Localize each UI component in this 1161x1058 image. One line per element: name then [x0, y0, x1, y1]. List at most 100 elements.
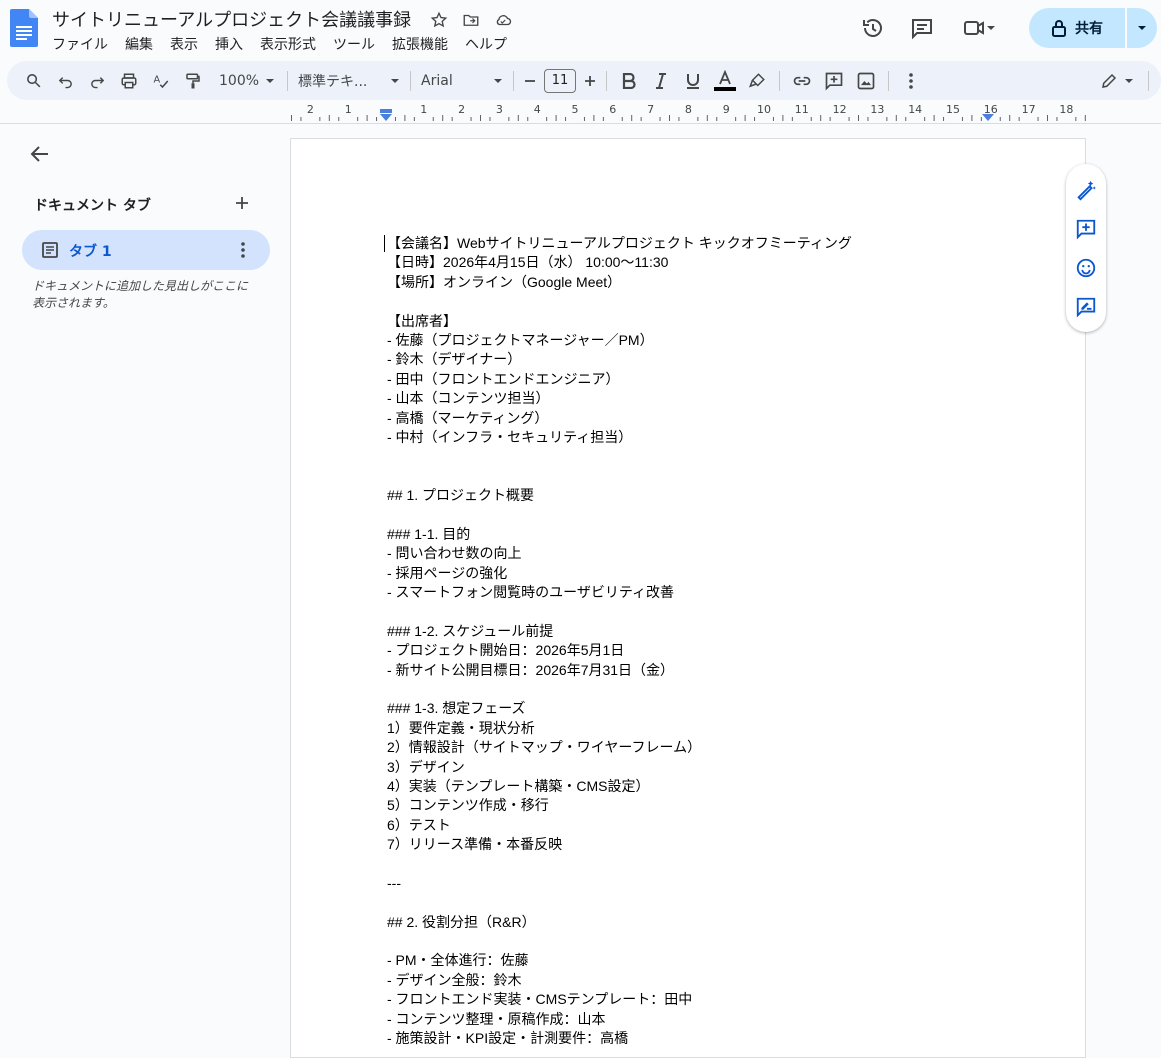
docs-logo-icon[interactable] [10, 9, 38, 47]
document-title[interactable]: サイトリニューアルプロジェクト会議議事録 [52, 6, 411, 32]
paragraph-style-dropdown[interactable]: 標準テキ... [294, 67, 404, 95]
comments-icon[interactable] [902, 8, 942, 48]
more-options-icon[interactable] [895, 67, 927, 95]
ai-writing-icon[interactable] [1074, 178, 1098, 202]
menu-tools[interactable]: ツール [333, 34, 384, 54]
right-indent-marker-icon[interactable] [981, 109, 995, 123]
version-history-icon[interactable] [853, 8, 893, 48]
document-text-line: - フロントエンド実装・CMSテンプレート：田中 [387, 991, 693, 1008]
redo-icon[interactable] [81, 67, 113, 95]
ruler-label: 8 [685, 103, 692, 116]
toolbar-divider [287, 70, 289, 91]
document-text-line: 【出席者】 [387, 312, 457, 329]
editing-mode-dropdown[interactable] [1100, 67, 1134, 95]
document-icon [41, 241, 59, 263]
headings-hint: ドキュメントに追加した見出しがここに表示されます。 [32, 279, 249, 310]
document-text-line [387, 505, 1007, 524]
ruler-label: 7 [647, 103, 654, 116]
ruler-label: 3 [496, 103, 503, 116]
ruler-label: 13 [870, 103, 884, 116]
title-bar: サイトリニューアルプロジェクト会議議事録 ファイル 編集 表示 挿入 表示形式 … [0, 0, 1161, 60]
spellcheck-icon[interactable]: A [145, 67, 177, 95]
paint-format-icon[interactable] [177, 67, 209, 95]
menu-extensions[interactable]: 拡張機能 [392, 34, 457, 54]
font-size-input[interactable]: 11 [544, 68, 577, 93]
document-text-line: - スマートフォン閲覧時のユーザビリティ改善 [387, 584, 675, 601]
insert-image-button[interactable] [850, 67, 882, 95]
menu-insert[interactable]: 挿入 [215, 34, 252, 54]
document-text-line [387, 602, 1007, 621]
add-comment-icon[interactable] [1074, 217, 1098, 241]
italic-button[interactable] [645, 67, 677, 95]
left-indent-marker-icon[interactable] [379, 109, 393, 123]
menu-bar: ファイル 編集 表示 挿入 表示形式 ツール 拡張機能 ヘルプ [52, 34, 524, 54]
menu-edit[interactable]: 編集 [125, 34, 162, 54]
menu-help[interactable]: ヘルプ [465, 34, 516, 54]
pencil-icon [1102, 73, 1117, 88]
emoji-reaction-icon[interactable] [1074, 256, 1098, 280]
document-text-line [387, 680, 1007, 699]
document-text-line: - 採用ページの強化 [387, 564, 508, 581]
ruler-label: 17 [1022, 103, 1036, 116]
tab-more-options-icon[interactable] [235, 240, 251, 260]
text-color-button[interactable] [709, 67, 741, 95]
suggest-edits-icon[interactable] [1074, 295, 1098, 319]
increase-font-size-button[interactable] [580, 67, 600, 95]
text-cursor [384, 235, 385, 252]
document-text-line [387, 855, 1007, 874]
document-heading-line: ## 1. プロジェクト概要 [387, 487, 535, 504]
insert-link-button[interactable] [786, 67, 818, 95]
ruler-label: 11 [795, 103, 809, 116]
document-page[interactable]: 【会議名】Webサイトリニューアルプロジェクト キックオフミーティング 【日時】2… [290, 138, 1086, 1058]
add-comment-button[interactable] [818, 67, 850, 95]
menu-view[interactable]: 表示 [170, 34, 207, 54]
decrease-font-size-button[interactable] [520, 67, 540, 95]
undo-icon[interactable] [49, 67, 81, 95]
horizontal-ruler[interactable]: 2 1 1 2 3 4 5 6 7 8 9 10 11 12 13 14 15 16 17 18 [290, 103, 1086, 123]
share-button[interactable]: 共有 [1029, 8, 1125, 48]
document-heading-line: ### 1-1. 目的 [387, 525, 471, 542]
zoom-dropdown[interactable]: 100% [219, 67, 275, 95]
print-icon[interactable] [113, 67, 145, 95]
paragraph-style-value: 標準テキ... [298, 73, 368, 90]
chevron-down-icon [391, 78, 400, 83]
ruler-scale: 2 1 1 2 3 4 5 6 7 8 9 10 11 12 13 14 15 16 17 18 [291, 103, 1086, 121]
document-text-line: 【会議名】Webサイトリニューアルプロジェクト キックオフミーティング [387, 235, 852, 251]
menu-format[interactable]: 表示形式 [260, 34, 325, 54]
ruler-label: 1 [420, 103, 427, 116]
back-arrow-icon[interactable] [28, 142, 52, 166]
search-menus-icon[interactable] [17, 67, 49, 95]
underline-icon [687, 73, 700, 89]
zoom-value: 100% [219, 72, 260, 89]
bold-button[interactable] [613, 67, 645, 95]
highlight-color-button[interactable] [741, 67, 773, 95]
cloud-saved-icon[interactable] [492, 9, 514, 31]
move-folder-icon[interactable] [460, 9, 482, 31]
share-options-button[interactable] [1127, 8, 1157, 48]
document-text-line: 4）実装（テンプレート構築・CMS設定） [387, 777, 650, 794]
document-body[interactable]: 【会議名】Webサイトリニューアルプロジェクト キックオフミーティング 【日時】2… [387, 234, 1007, 1048]
sidebar-item-tab-1[interactable]: タブ 1 [22, 230, 270, 270]
chevron-down-icon [1138, 26, 1146, 30]
document-tabs-sidebar: ドキュメント タブ タブ 1 ドキュメントに追加した見出しがここに表示されます。 [0, 124, 290, 1042]
document-text-line: - 山本（コンテンツ担当） [387, 390, 550, 407]
star-icon[interactable] [428, 9, 450, 31]
document-text-line: 7）リリース準備・本番反映 [387, 836, 563, 853]
ruler-label: 2 [458, 103, 465, 116]
document-tabs-title: ドキュメント タブ [34, 198, 151, 214]
meet-call-button[interactable] [951, 8, 1007, 48]
ruler-label: 2 [307, 103, 314, 116]
document-text-line: 【日時】2026年4月15日（水） 10:00〜11:30 [387, 254, 669, 271]
add-tab-icon[interactable] [232, 193, 252, 213]
underline-button[interactable] [677, 67, 709, 95]
menu-file[interactable]: ファイル [52, 34, 117, 54]
plus-icon [585, 75, 596, 86]
document-text-line: 2）情報設計（サイトマップ・ワイヤーフレーム） [387, 739, 702, 756]
bold-icon [622, 72, 636, 89]
ruler-label: 5 [572, 103, 579, 116]
toolbar-divider [1148, 70, 1149, 91]
font-family-dropdown[interactable]: Arial [417, 67, 507, 95]
document-text-line: - 施策設計・KPI設定・計測要件：高橋 [387, 1030, 629, 1047]
document-heading-line: ### 1-2. スケジュール前提 [387, 622, 554, 639]
document-text-line: - コンテンツ整理・原稿作成：山本 [387, 1010, 606, 1027]
